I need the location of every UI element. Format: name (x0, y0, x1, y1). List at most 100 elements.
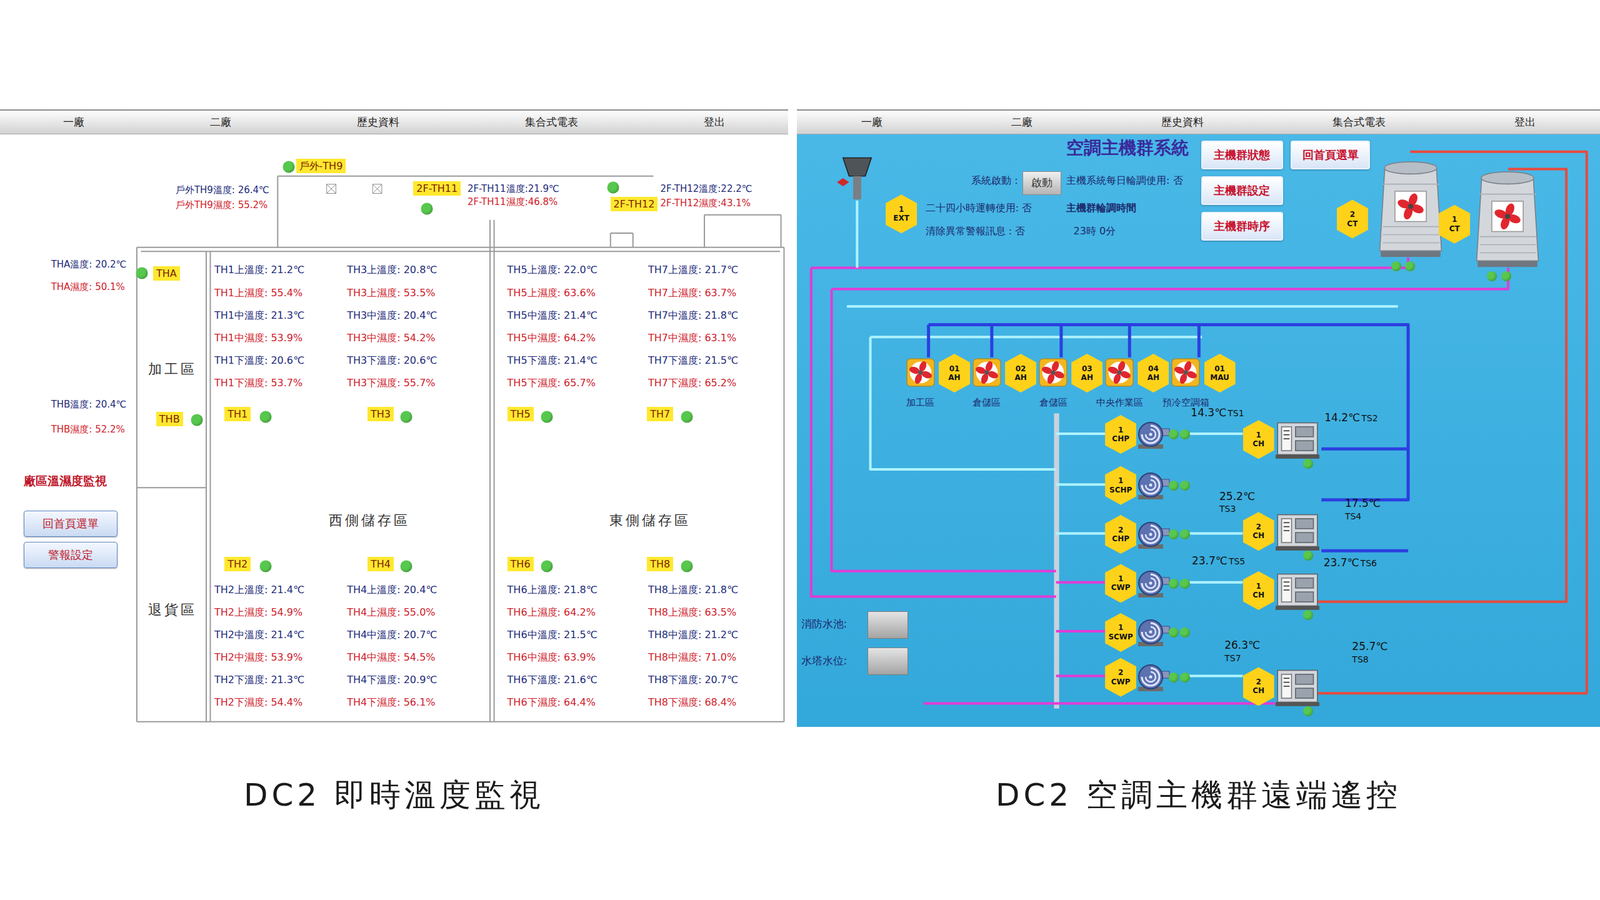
menu-item[interactable]: 一廠 (56, 115, 91, 130)
start-button[interactable]: 啟動 (1022, 171, 1062, 195)
sensor-readings: 2F-TH12溫度:22.2℃2F-TH12濕度:43.1% (660, 183, 753, 209)
setting-text: 清除異常警報訊息 : 否 (925, 225, 1026, 239)
sensor-reading: TH5上濕度: 63.6% (507, 286, 598, 299)
pump-status-dot (1180, 480, 1190, 491)
pump-icon (1135, 661, 1171, 694)
sensor-readings: TH7上溫度: 21.7℃ TH7上濕度: 63.7% TH7中溫度: 21.8℃ T… (648, 263, 739, 389)
sensor-reading: TH6中溫度: 21.5℃ (507, 628, 598, 641)
fan-icon (972, 358, 1002, 387)
air-handler-label: 中央作業區 (1091, 396, 1148, 409)
menu-item[interactable]: 歷史資料 (350, 115, 406, 130)
sensor-name: TS8 (1351, 654, 1369, 665)
sensor-reading: 2F-TH12溫度:22.2℃ (660, 183, 753, 195)
nav-button[interactable]: 主機群時序 (1201, 211, 1284, 241)
sensor-status-dot (400, 560, 412, 572)
sensor-marker[interactable]: 2F-TH11 (413, 181, 461, 196)
sensor-marker[interactable]: TH1 (224, 406, 251, 422)
pump-badge: 1SCHP (1105, 466, 1137, 505)
side-button[interactable]: 警報設定 (23, 541, 118, 569)
menu-item[interactable]: 一廠 (855, 115, 889, 130)
temperature-monitor-screen: 一廠二廠歷史資料集合式電表登出加工區退貨區西側儲存區東側儲存區戶外-TH9戶外T… (0, 109, 789, 727)
sensor-reading: TH7中溫度: 21.8℃ (648, 309, 739, 322)
sensor-reading: TH3中濕度: 54.2% (346, 331, 437, 344)
sensor-reading: TH6上溫度: 21.8℃ (507, 583, 598, 596)
sensor-value: 14.2℃ (1324, 411, 1360, 425)
sensor-reading: TH6上濕度: 64.2% (507, 606, 598, 619)
menu-item[interactable]: 二廠 (203, 115, 238, 130)
zone-label: 東側儲存區 (609, 511, 691, 530)
sensor-reading: TH2下溫度: 21.3℃ (214, 673, 305, 686)
chiller-badge: 2CH (1243, 666, 1275, 706)
chiller-icon (1275, 664, 1320, 709)
water-level-button[interactable] (867, 647, 909, 675)
air-handler-badge: 04AH (1137, 353, 1169, 393)
pump-status-dot (1180, 627, 1190, 638)
pump-icon (1135, 568, 1171, 600)
sensor-marker[interactable]: TH3 (367, 406, 394, 422)
menu-item[interactable]: 二廠 (1005, 115, 1039, 130)
start-label: 系統啟動 : (971, 174, 1018, 188)
nav-button[interactable]: 回首頁選單 (1290, 140, 1370, 170)
sensor-reading: TH2上濕度: 54.9% (214, 606, 305, 619)
pump-icon (1135, 419, 1171, 451)
menu-item[interactable]: 登出 (697, 115, 732, 130)
menu-item[interactable]: 集合式電表 (1326, 115, 1392, 130)
sensor-reading: TH8中濕度: 71.0% (648, 651, 739, 664)
chiller-icon (1275, 568, 1320, 612)
sensor-name: TS1 (1227, 408, 1244, 419)
sensor-reading: TH7上濕度: 63.7% (648, 286, 739, 299)
sensor-reading: THA濕度: 50.1% (51, 281, 127, 293)
water-level-button[interactable] (867, 611, 909, 639)
water-level-label: 水塔水位: (801, 653, 848, 669)
sensor-reading: TH7上溫度: 21.7℃ (648, 263, 739, 276)
pump-badge: 2CHP (1105, 515, 1137, 554)
sensor-reading: 戶外TH9溫度: 26.4℃ (175, 184, 270, 196)
sensor-reading: TH5中溫度: 21.4℃ (507, 309, 598, 322)
sensor-reading: TH1中溫度: 21.3℃ (214, 309, 305, 322)
sensor-reading: TH7下濕度: 65.2% (648, 376, 739, 389)
sensor-marker[interactable]: TH8 (646, 556, 674, 572)
pump-status-dot (1168, 480, 1179, 491)
sensor-value: 25.2℃ (1219, 490, 1255, 504)
sensor-name: TS5 (1228, 556, 1245, 567)
menu-item[interactable]: 歷史資料 (1155, 115, 1210, 130)
sensor-reading: 戶外TH9濕度: 55.2% (175, 199, 270, 211)
sensor-marker[interactable]: 2F-TH12 (610, 196, 659, 212)
sensor-status-dot (420, 203, 433, 215)
tower-badge: 2CT (1336, 200, 1369, 239)
nav-button[interactable]: 主機群設定 (1201, 176, 1284, 205)
sensor-status-dot (681, 560, 694, 572)
sensor-marker[interactable]: TH4 (367, 556, 394, 572)
fan-icon (1038, 358, 1068, 387)
cooling-tower-icon (1372, 153, 1449, 260)
slide: 一廠二廠歷史資料集合式電表登出加工區退貨區西側儲存區東側儲存區戶外-TH9戶外T… (0, 0, 1600, 900)
chiller-badge: 1CH (1243, 420, 1275, 459)
sensor-reading: THB溫度: 20.4℃ (51, 398, 127, 410)
menu-item[interactable]: 登出 (1508, 115, 1542, 130)
chiller-icon (1275, 416, 1320, 461)
sensor-marker[interactable]: TH6 (507, 556, 534, 572)
sensor-reading: TH4上溫度: 20.4℃ (346, 583, 437, 596)
sensor-marker[interactable]: TH7 (646, 406, 674, 422)
sensor-marker[interactable]: 戶外-TH9 (296, 158, 347, 174)
menu-item[interactable]: 集合式電表 (518, 115, 585, 130)
sensor-status-dot (135, 267, 148, 280)
sensor-reading: TH7下溫度: 21.5℃ (648, 354, 739, 367)
tower-status-dot (1391, 261, 1402, 272)
sensor-reading: THA溫度: 20.2℃ (51, 258, 127, 270)
pump-status-dot (1180, 672, 1190, 683)
side-button[interactable]: 回首頁選單 (23, 510, 118, 537)
sensor-marker[interactable]: TH5 (507, 406, 534, 422)
nav-button[interactable]: 主機群狀態 (1201, 140, 1284, 170)
temperature-sensor: 25.7℃TS8 (1351, 640, 1388, 665)
sensor-value: 23.7℃ (1191, 555, 1228, 568)
rotation-time: 23時 0分 (1073, 225, 1117, 239)
sensor-marker[interactable]: THA (153, 266, 180, 281)
sensor-marker[interactable]: THB (156, 411, 184, 427)
sensor-marker[interactable]: TH2 (224, 556, 251, 572)
fan-icon (906, 358, 935, 387)
sensor-status-dot (400, 411, 412, 424)
sensor-value: 26.3℃ (1224, 639, 1260, 652)
pump-badge: 2CWP (1105, 658, 1137, 697)
sensor-readings: 2F-TH11溫度:21.9℃2F-TH11濕度:46.8% (467, 183, 560, 208)
